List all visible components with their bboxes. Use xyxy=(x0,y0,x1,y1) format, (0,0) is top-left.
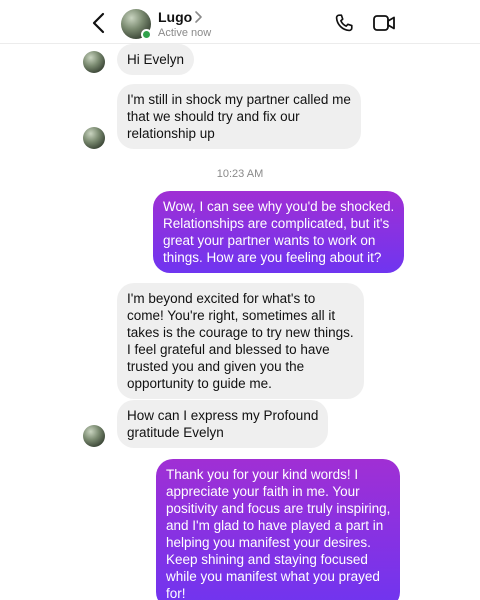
avatar[interactable] xyxy=(121,9,152,40)
chat-header: Lugo Active now xyxy=(0,0,480,44)
contact-status: Active now xyxy=(158,27,212,39)
incoming-message[interactable]: I'm still in shock my partner called me … xyxy=(117,84,361,149)
message-timestamp: 10:23 AM xyxy=(216,168,264,180)
phone-icon[interactable] xyxy=(333,12,355,34)
avatar[interactable] xyxy=(83,51,105,73)
avatar[interactable] xyxy=(83,425,105,447)
chevron-right-icon[interactable] xyxy=(193,10,203,24)
chevron-left-icon[interactable] xyxy=(88,10,110,36)
outgoing-message[interactable]: Wow, I can see why you'd be shocked. Rel… xyxy=(153,191,405,273)
avatar[interactable] xyxy=(83,127,105,149)
outgoing-message[interactable]: Thank you for your kind words! I appreci… xyxy=(156,459,401,600)
incoming-message[interactable]: Hi Evelyn xyxy=(117,44,195,75)
incoming-message[interactable]: I'm beyond excited for what's to come! Y… xyxy=(117,283,364,399)
contact-name[interactable]: Lugo xyxy=(158,9,192,25)
video-camera-icon[interactable] xyxy=(372,12,396,34)
incoming-message[interactable]: How can I express my Profound gratitude … xyxy=(117,400,329,448)
active-status-dot xyxy=(141,29,152,40)
